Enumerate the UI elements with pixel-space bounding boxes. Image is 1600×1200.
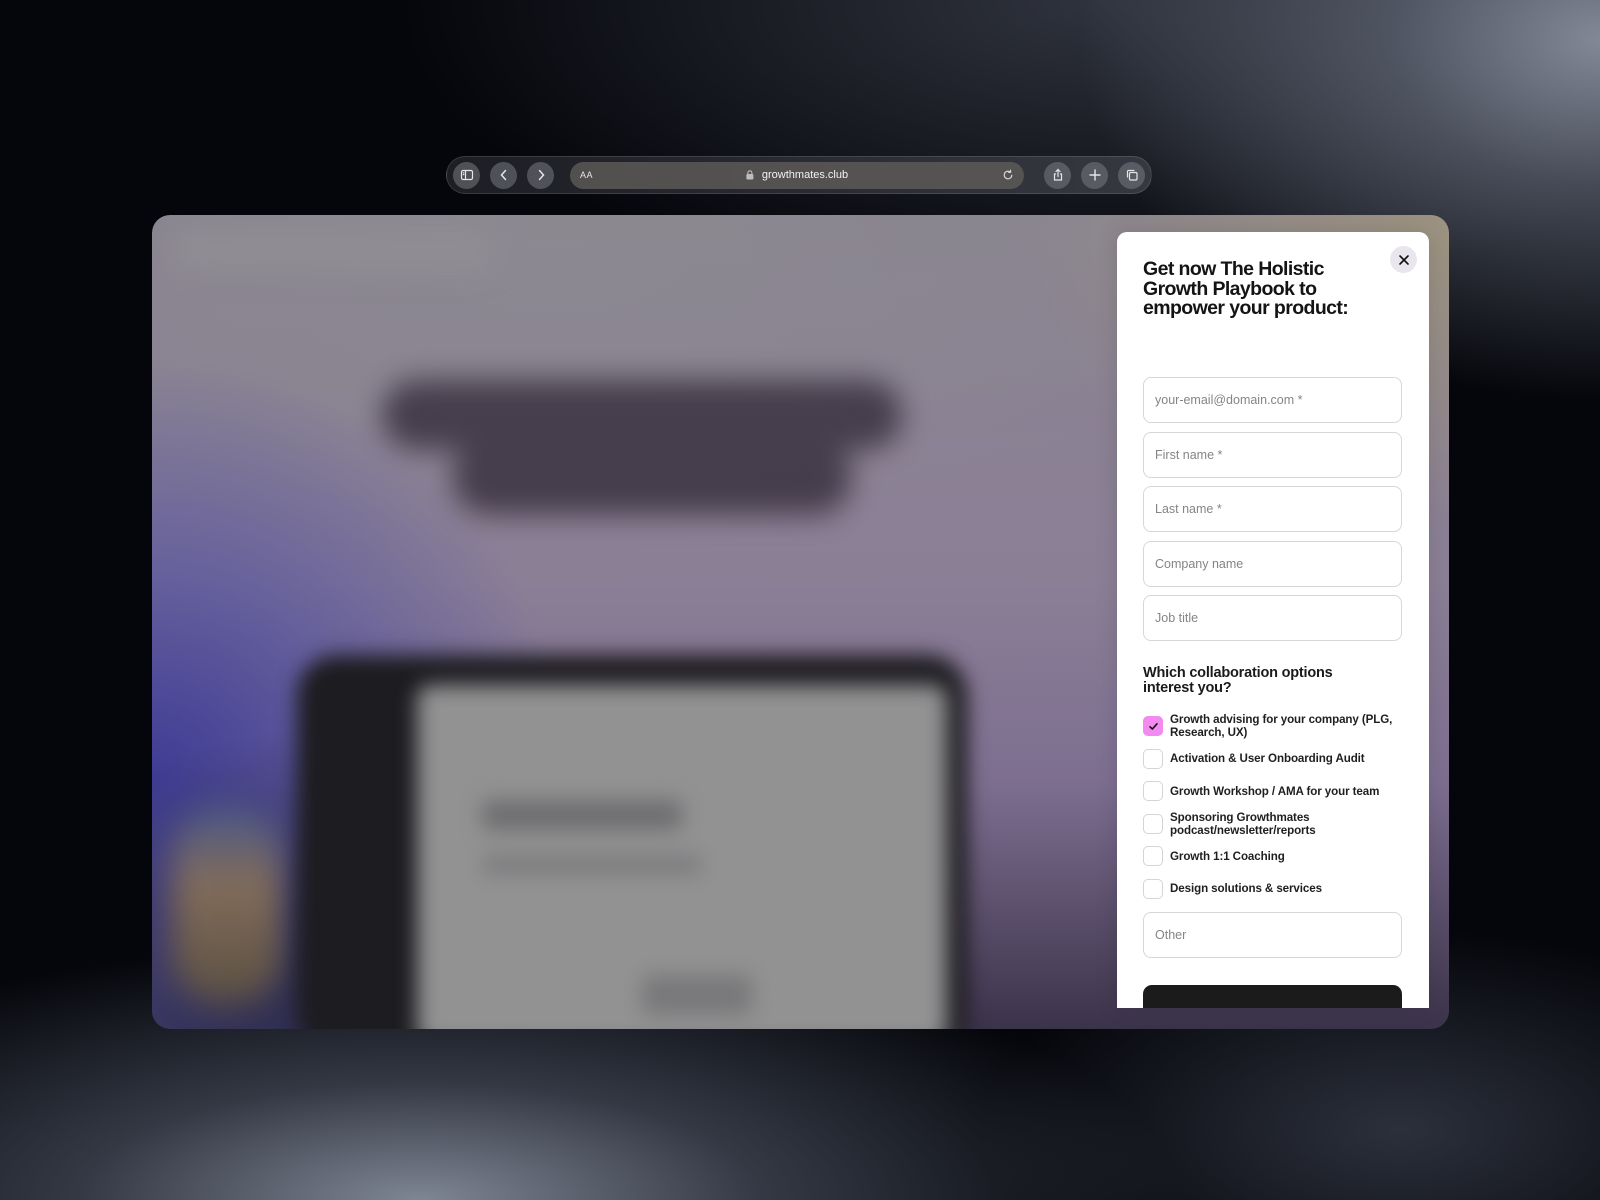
address-display: growthmates.club <box>746 169 848 181</box>
option-design-solutions[interactable]: Design solutions & services <box>1143 873 1402 906</box>
url-text: growthmates.club <box>761 169 849 181</box>
signup-form: Which collaboration options interest you… <box>1143 377 1402 1008</box>
page-viewport: Get now The Holistic Growth Playbook to … <box>152 215 1449 1029</box>
option-sponsoring[interactable]: Sponsoring Growthmates podcast/newslette… <box>1143 808 1402 841</box>
job-title-field[interactable] <box>1143 595 1402 641</box>
playbook-signup-modal: Get now The Holistic Growth Playbook to … <box>1117 232 1429 1008</box>
tabs-overview-icon <box>1126 169 1138 181</box>
modal-title: Get now The Holistic Growth Playbook to … <box>1143 258 1349 319</box>
share-icon <box>1053 168 1062 181</box>
option-label: Design solutions & services <box>1170 882 1322 896</box>
collaboration-question: Which collaboration options interest you… <box>1143 665 1333 696</box>
blurred-screen-heading <box>482 800 682 830</box>
subscribe-button[interactable]: Subscribe to read playbook now <box>1143 985 1402 1008</box>
plus-icon <box>1088 169 1101 181</box>
checkbox-activation-audit[interactable] <box>1143 748 1163 769</box>
blurred-hero-logo <box>382 360 902 520</box>
company-name-field[interactable] <box>1143 540 1402 587</box>
chevron-left-icon <box>499 169 506 181</box>
new-tab-button[interactable] <box>1081 161 1108 189</box>
blurred-screen-button <box>642 975 752 1015</box>
lock-icon <box>746 170 754 180</box>
checkbox-design-solutions[interactable] <box>1143 878 1163 899</box>
checkbox-sponsoring[interactable] <box>1143 813 1163 834</box>
close-button[interactable] <box>1390 246 1417 273</box>
sidebar-icon <box>460 169 473 181</box>
address-bar[interactable]: AA growthmates.club <box>570 161 1024 189</box>
option-coaching[interactable]: Growth 1:1 Coaching <box>1143 840 1402 873</box>
first-name-field[interactable] <box>1143 431 1402 478</box>
option-label: Sponsoring Growthmates podcast/newslette… <box>1170 810 1316 837</box>
checkmark-icon <box>1148 722 1158 730</box>
option-label: Growth Workshop / AMA for your team <box>1170 784 1380 798</box>
option-label: Growth 1:1 Coaching <box>1170 849 1285 863</box>
share-button[interactable] <box>1044 161 1071 189</box>
browser-toolbar: AA growthmates.club <box>446 156 1152 194</box>
option-growth-advising[interactable]: Growth advising for your company (PLG, R… <box>1143 710 1402 743</box>
other-field[interactable] <box>1143 912 1402 958</box>
reload-icon[interactable] <box>1002 169 1014 181</box>
tabs-overview-button[interactable] <box>1118 161 1145 189</box>
chevron-right-icon <box>538 169 545 181</box>
blurred-screen-text <box>482 855 702 875</box>
option-label: Growth advising for your company (PLG, R… <box>1170 713 1393 740</box>
blurred-person-image <box>172 805 282 1005</box>
last-name-field[interactable] <box>1143 486 1402 532</box>
sidebar-toggle-button[interactable] <box>453 161 480 189</box>
option-activation-audit[interactable]: Activation & User Onboarding Audit <box>1143 743 1402 776</box>
back-button[interactable] <box>490 161 517 189</box>
option-label: Activation & User Onboarding Audit <box>1170 752 1365 766</box>
checkbox-growth-advising[interactable] <box>1143 716 1163 737</box>
option-growth-workshop[interactable]: Growth Workshop / AMA for your team <box>1143 775 1402 808</box>
forward-button[interactable] <box>527 161 554 189</box>
close-icon <box>1398 254 1409 265</box>
checkbox-growth-workshop[interactable] <box>1143 781 1163 802</box>
checkbox-coaching[interactable] <box>1143 846 1163 867</box>
email-field[interactable] <box>1143 377 1402 423</box>
blurred-site-header <box>172 230 492 270</box>
reader-mode-button[interactable]: AA <box>580 170 593 180</box>
